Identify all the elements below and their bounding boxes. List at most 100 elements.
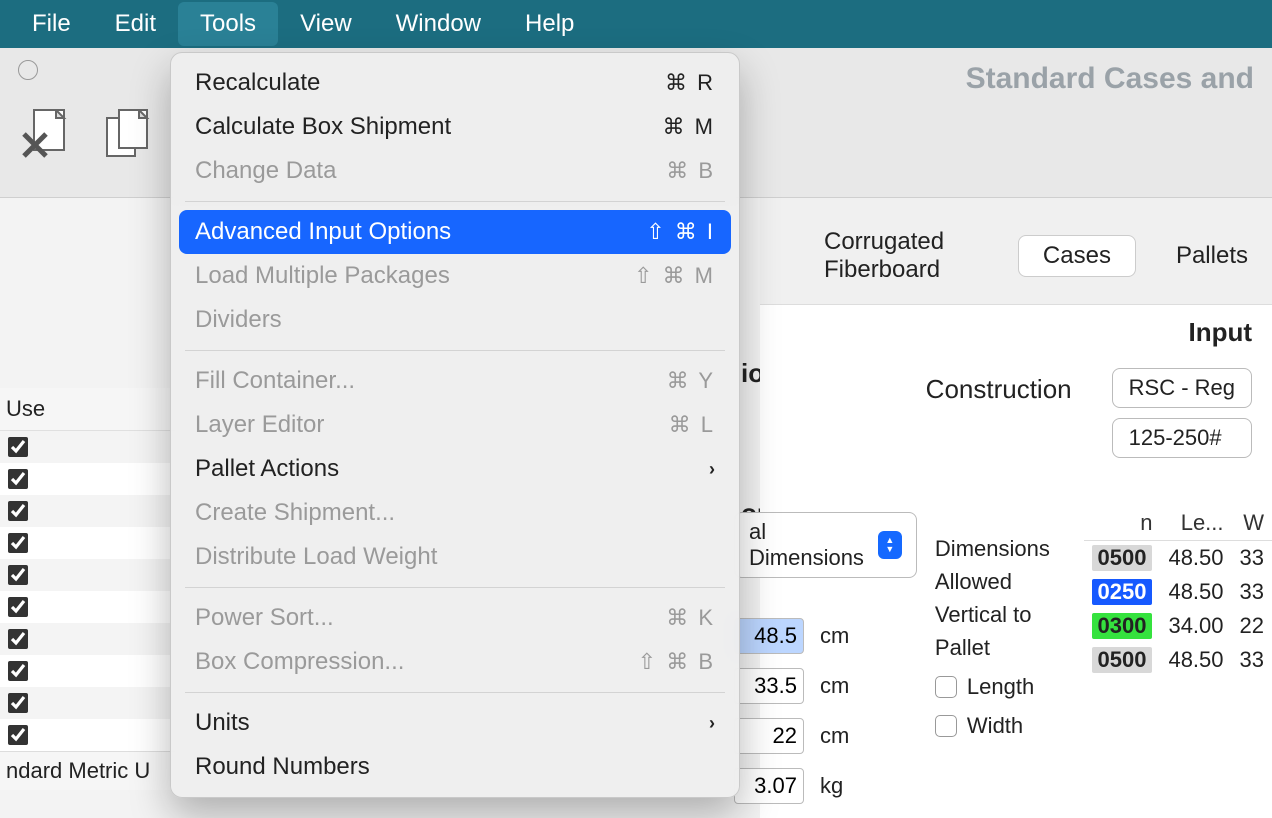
- menu-item-fill-container: Fill Container... ⌘ Y: [179, 359, 731, 403]
- cell-length: 48.50: [1160, 575, 1231, 609]
- use-checkbox[interactable]: [8, 725, 28, 745]
- menu-item-change-data: Change Data⌘ B: [179, 149, 731, 193]
- table-row[interactable]: 0500 48.5033: [1084, 643, 1272, 677]
- menu-item-shortcut: ⌘ L: [669, 412, 715, 438]
- use-checkbox[interactable]: [8, 565, 28, 585]
- col-n[interactable]: n: [1084, 506, 1161, 541]
- checkbox[interactable]: [935, 676, 957, 698]
- menu-item-pallet-actions[interactable]: Pallet Actions›: [179, 447, 731, 491]
- menu-item-label: Power Sort...: [195, 604, 334, 632]
- menu-item-shortcut: ⇧ ⌘ M: [634, 263, 715, 289]
- menu-window[interactable]: Window: [374, 2, 503, 46]
- use-row: [0, 687, 175, 719]
- menu-item-create-shipment: Create Shipment...: [179, 491, 731, 535]
- menu-tools[interactable]: Tools: [178, 2, 278, 46]
- checkbox[interactable]: [935, 715, 957, 737]
- menu-item-shortcut: ⌘ M: [663, 114, 715, 140]
- use-row: [0, 559, 175, 591]
- menu-item-label: Calculate Box Shipment: [195, 113, 451, 141]
- menu-item-load-multiple-packages: Load Multiple Packages⇧ ⌘ M: [179, 254, 731, 298]
- menu-edit[interactable]: Edit: [93, 2, 178, 46]
- tab-cases[interactable]: Cases: [1018, 235, 1136, 277]
- menu-item-shortcut: ⌘ B: [666, 158, 715, 184]
- col-le[interactable]: Le...: [1160, 506, 1231, 541]
- units-metric-label: ndard Metric U: [0, 751, 175, 790]
- allowed-check-row: Length: [935, 670, 1066, 703]
- dimensions-mode-label: al Dimensions: [749, 519, 868, 571]
- row-badge: 0500: [1092, 647, 1153, 673]
- construction-board-combo[interactable]: 125-250#: [1112, 418, 1252, 458]
- use-checkbox[interactable]: [8, 629, 28, 649]
- menu-item-advanced-input-options[interactable]: Advanced Input Options ⇧ ⌘ I: [179, 210, 731, 254]
- chevron-right-icon: ›: [709, 459, 715, 480]
- right-panel: Corrugated Fiberboard Cases Pallets Inpu…: [760, 198, 1272, 818]
- use-row: [0, 495, 175, 527]
- menu-item-calculate-box-shipment[interactable]: Calculate Box Shipment ⌘ M: [179, 105, 731, 149]
- menu-item-label: Dividers: [195, 306, 282, 334]
- use-checkbox[interactable]: [8, 501, 28, 521]
- delete-document-icon[interactable]: [18, 104, 76, 164]
- window-close-dot[interactable]: [18, 60, 38, 80]
- cell-length: 48.50: [1160, 643, 1231, 677]
- dimension-row: cm: [734, 618, 917, 654]
- cell-width: 33: [1232, 643, 1272, 677]
- tab-corrugated[interactable]: Corrugated Fiberboard: [800, 222, 1002, 290]
- menu-item-layer-editor: Layer Editor ⌘ L: [179, 403, 731, 447]
- select-caret-icon: [878, 531, 902, 559]
- dimension-row: cm: [734, 668, 917, 704]
- use-checkbox[interactable]: [8, 437, 28, 457]
- menu-view[interactable]: View: [278, 2, 374, 46]
- menu-item-shortcut: ⇧ ⌘ I: [646, 219, 715, 245]
- menu-item-label: Box Compression...: [195, 648, 404, 676]
- use-checkbox[interactable]: [8, 533, 28, 553]
- menu-item-units[interactable]: Units ›: [179, 701, 731, 745]
- input-section-title: Input: [760, 305, 1272, 348]
- dimension-input[interactable]: [734, 618, 804, 654]
- table-row[interactable]: 050048.5033: [1084, 541, 1272, 576]
- chevron-right-icon: ›: [709, 713, 715, 734]
- menu-item-round-numbers[interactable]: Round Numbers: [179, 745, 731, 789]
- menu-item-label: Advanced Input Options: [195, 218, 451, 246]
- use-row: [0, 591, 175, 623]
- menubar: File Edit Tools View Window Help: [0, 0, 1272, 48]
- dimension-input[interactable]: [734, 668, 804, 704]
- menu-separator: [185, 692, 725, 693]
- menu-item-dividers: Dividers: [179, 298, 731, 342]
- construction-type-combo[interactable]: RSC - Reg: [1112, 368, 1252, 408]
- cell-width: 22: [1232, 609, 1272, 643]
- use-checkbox[interactable]: [8, 597, 28, 617]
- menu-item-label: Create Shipment...: [195, 499, 395, 527]
- menu-file[interactable]: File: [10, 2, 93, 46]
- dimension-unit: kg: [820, 773, 843, 799]
- menu-item-shortcut: ⌘ Y: [667, 368, 715, 394]
- menu-item-shortcut: ⇧ ⌘ B: [638, 649, 715, 675]
- tab-pallets[interactable]: Pallets: [1152, 236, 1272, 276]
- menu-item-label: Recalculate: [195, 69, 320, 97]
- row-badge: 0250: [1092, 579, 1153, 605]
- use-checkbox-list: [0, 431, 175, 751]
- dimension-input[interactable]: [734, 768, 804, 804]
- dimension-input[interactable]: [734, 718, 804, 754]
- menu-item-label: Layer Editor: [195, 411, 324, 439]
- cell-width: 33: [1232, 575, 1272, 609]
- use-row: [0, 719, 175, 751]
- col-w[interactable]: W: [1232, 506, 1272, 541]
- use-checkbox[interactable]: [8, 693, 28, 713]
- menu-item-box-compression: Box Compression... ⇧ ⌘ B: [179, 640, 731, 684]
- documents-icon[interactable]: [98, 104, 156, 164]
- window-title: Standard Cases and: [966, 62, 1254, 96]
- menu-item-recalculate[interactable]: Recalculate⌘ R: [179, 61, 731, 105]
- menu-item-shortcut: ⌘ K: [666, 605, 715, 631]
- cell-length: 48.50: [1160, 541, 1231, 576]
- menu-item-label: Units: [195, 709, 250, 737]
- menu-item-label: Fill Container...: [195, 367, 355, 395]
- use-checkbox[interactable]: [8, 661, 28, 681]
- use-checkbox[interactable]: [8, 469, 28, 489]
- use-row: [0, 527, 175, 559]
- menu-help[interactable]: Help: [503, 2, 596, 46]
- table-row[interactable]: 0250 48.5033: [1084, 575, 1272, 609]
- dimension-unit: cm: [820, 623, 849, 649]
- dimensions-mode-select[interactable]: al Dimensions: [734, 512, 917, 578]
- dimension-inputs: cmcmcmkg: [734, 578, 917, 804]
- table-row[interactable]: 030034.0022: [1084, 609, 1272, 643]
